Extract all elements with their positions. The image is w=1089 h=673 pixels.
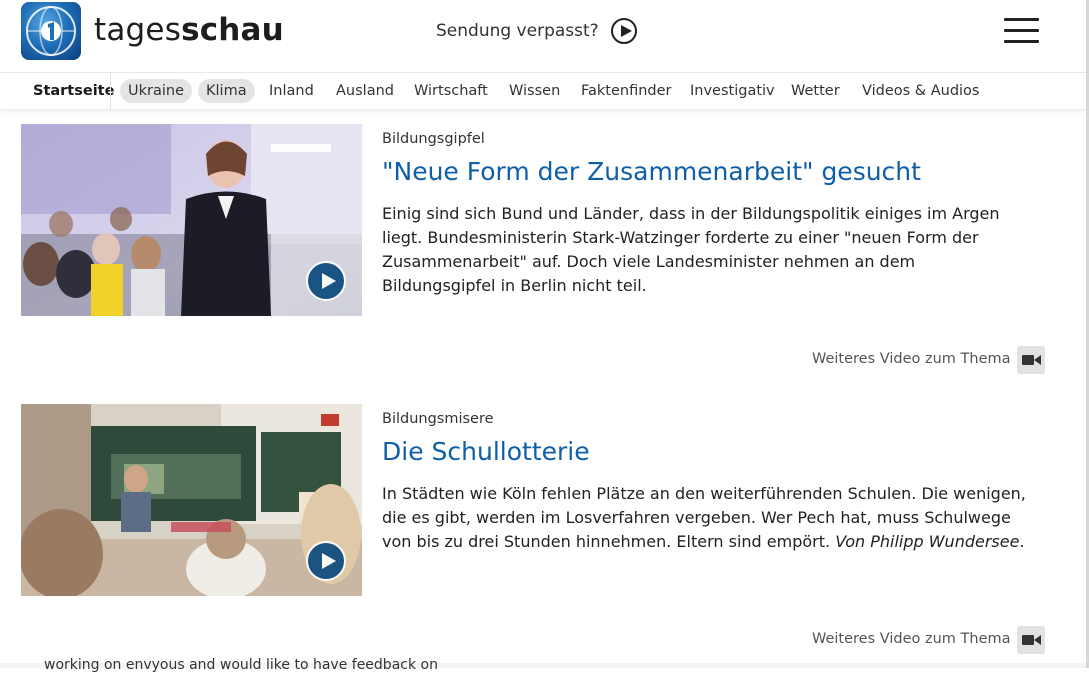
play-circle-icon [610,18,637,44]
nav-item-wissen[interactable]: Wissen [509,79,560,103]
more-video-link[interactable]: Weiteres Video zum Thema [812,631,1011,647]
article-author: Von Philipp Wundersee [835,532,1020,551]
nav-item-ukraine[interactable]: Ukraine [120,79,192,103]
article-author-suffix: . [1019,532,1025,551]
teaser-image-schullotterie[interactable] [21,404,362,596]
play-video-button[interactable] [306,261,346,301]
nav-item-ausland[interactable]: Ausland [336,79,394,103]
menu-bar [1004,40,1039,43]
article-topline: Bildungsmisere [382,411,494,427]
nav-item-wirtschaft[interactable]: Wirtschaft [414,79,488,103]
nav-divider [110,73,111,109]
camera-body [1022,635,1034,645]
video-camera-icon[interactable] [1017,346,1045,374]
article-teaser-text: Einig sind sich Bund und Länder, dass in… [382,204,1000,295]
article-teaser-text: In Städten wie Köln fehlen Plätze an den… [382,482,1032,554]
hamburger-menu-icon[interactable] [1004,18,1039,44]
more-video-link[interactable]: Weiteres Video zum Thema [812,351,1011,367]
camera-lens [1034,355,1041,365]
video-camera-icon[interactable] [1017,626,1045,654]
nav-item-startseite[interactable]: Startseite [33,79,114,103]
play-video-button[interactable] [306,541,346,581]
main-navigation: Startseite Ukraine Klima Inland Ausland … [0,73,1086,110]
nav-item-klima[interactable]: Klima [198,79,255,103]
article-headline[interactable]: "Neue Form der Zusammenarbeit" gesucht [382,157,921,186]
nav-item-wetter[interactable]: Wetter [791,79,840,103]
feedback-banner-text: working on envyous and would like to hav… [44,657,438,673]
article-topline: Bildungsgipfel [382,131,485,147]
brand-regular: tages [94,12,182,48]
camera-body [1022,355,1034,365]
sendung-verpasst-label: Sendung verpasst? [436,21,599,41]
nav-item-videos-audios[interactable]: Videos & Audios [862,79,979,103]
menu-bar [1004,29,1039,32]
menu-bar [1004,18,1039,21]
nav-item-inland[interactable]: Inland [269,79,314,103]
nav-item-investigativ[interactable]: Investigativ [690,79,775,103]
brand-wordmark[interactable]: tagesschau [94,12,284,48]
tagesschau-logo-icon[interactable] [21,2,81,60]
site-header: tagesschau Sendung verpasst? [0,0,1089,73]
teaser-image-bildungsgipfel[interactable] [21,124,362,316]
article-headline[interactable]: Die Schullotterie [382,437,590,466]
nav-item-faktenfinder[interactable]: Faktenfinder [581,79,672,103]
sendung-verpasst-link[interactable]: Sendung verpasst? [436,16,637,46]
camera-lens [1034,635,1041,645]
brand-bold: schau [181,12,284,48]
